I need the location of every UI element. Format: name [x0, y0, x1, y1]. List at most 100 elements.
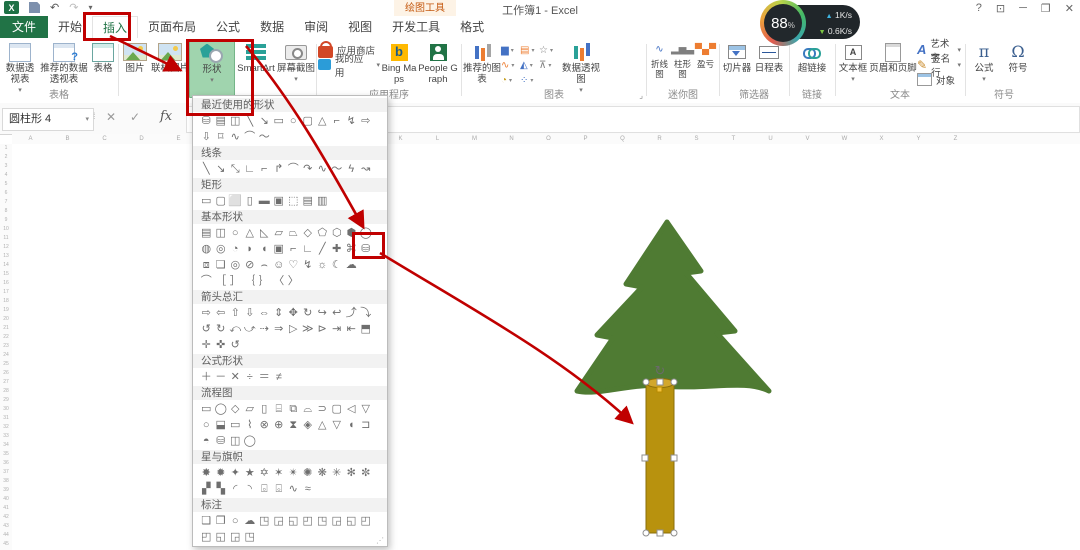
row-header[interactable]: 35 [0, 450, 12, 459]
shape-icon[interactable]: ☁ [243, 513, 258, 529]
shape-icon[interactable]: ⧉ [286, 401, 301, 417]
shape-icon[interactable]: ∿ [286, 481, 301, 497]
shape-icon[interactable]: ◫ [214, 225, 229, 241]
tab-2[interactable]: 页面布局 [138, 16, 206, 38]
shape-icon[interactable]: ⇩ [243, 305, 258, 321]
shape-icon[interactable]: ［ [214, 273, 229, 289]
shape-icon[interactable]: ╲ [243, 113, 258, 129]
row-header[interactable]: 41 [0, 504, 12, 513]
column-header[interactable]: P [567, 134, 604, 144]
shape-icon[interactable]: ⬒ [359, 321, 374, 337]
shape-icon[interactable]: ⊃ [315, 401, 330, 417]
row-header[interactable]: 40 [0, 495, 12, 504]
row-header[interactable]: 5 [0, 180, 12, 189]
symbol-button[interactable]: Ω 符号 [1001, 40, 1035, 75]
shape-icon[interactable]: ∿ [228, 129, 243, 145]
row-header[interactable]: 23 [0, 342, 12, 351]
minimize-icon[interactable]: ─ [1019, 2, 1027, 15]
row-header[interactable]: 15 [0, 270, 12, 279]
shape-icon[interactable]: ✹ [214, 465, 229, 481]
row-header[interactable]: 8 [0, 207, 12, 216]
shape-icon[interactable]: ⌘ [344, 241, 359, 257]
shape-icon[interactable]: ✳ [330, 465, 345, 481]
shape-icon[interactable]: ⇩ [199, 129, 214, 145]
row-header[interactable]: 36 [0, 459, 12, 468]
column-header[interactable]: B [49, 134, 86, 144]
sparkline-column-button[interactable]: ▂▅▃ 柱形图 [671, 40, 694, 80]
shape-icon[interactable]: ∟ [301, 241, 316, 257]
shape-icon[interactable]: ⬡ [330, 225, 345, 241]
shape-icon[interactable]: ⇕ [272, 305, 287, 321]
chart-combo-button[interactable]: ⊼ ▾ [539, 58, 558, 73]
shape-icon[interactable]: ╲ [199, 161, 214, 177]
shape-icon[interactable]: ☼ [315, 257, 330, 273]
table-button[interactable]: 表格 [90, 40, 116, 75]
row-header[interactable]: 32 [0, 423, 12, 432]
shape-icon[interactable]: ▥ [315, 193, 330, 209]
shape-icon[interactable]: ⊳ [315, 321, 330, 337]
shape-icon[interactable]: ⊘ [243, 257, 258, 273]
menu-resize-grip-icon[interactable]: ⋰ [376, 536, 384, 545]
row-header[interactable]: 24 [0, 351, 12, 360]
row-header[interactable]: 1 [0, 144, 12, 153]
shape-icon[interactable]: ▭ [228, 417, 243, 433]
shape-icon[interactable]: ⬓ [214, 417, 229, 433]
charts-dialog-launcher-icon[interactable]: ⌟ [639, 91, 643, 100]
shape-icon[interactable]: ▞ [199, 481, 214, 497]
shape-icon[interactable]: ⛁ [214, 433, 229, 449]
shape-icon[interactable]: ☁ [344, 257, 359, 273]
row-header[interactable]: 38 [0, 477, 12, 486]
shape-icon[interactable]: ✸ [199, 465, 214, 481]
shape-icon[interactable]: ▷ [286, 321, 301, 337]
shape-icon[interactable]: ▯ [243, 193, 258, 209]
shape-icon[interactable]: ○ [199, 417, 214, 433]
pictures-button[interactable]: 图片 [119, 40, 151, 75]
shape-icon[interactable]: ～ [330, 161, 345, 177]
object-button[interactable]: 对象 [917, 73, 961, 87]
column-header[interactable]: D [123, 134, 160, 144]
tab-0[interactable]: 开始 [48, 16, 92, 38]
people-graph-button[interactable]: People Graph [418, 40, 458, 86]
sheet-canvas[interactable] [12, 144, 1080, 550]
column-header[interactable]: Y [900, 134, 937, 144]
column-header[interactable]: N [493, 134, 530, 144]
shape-icon[interactable]: ⌻ [257, 481, 272, 497]
shape-icon[interactable]: ⛁ [359, 241, 374, 257]
shape-icon[interactable]: ✚ [330, 241, 345, 257]
shape-icon[interactable]: △ [315, 113, 330, 129]
shape-icon[interactable]: ◖ [344, 417, 359, 433]
shape-icon[interactable]: ↻ [214, 321, 229, 337]
shape-icon[interactable]: ↯ [301, 257, 316, 273]
row-header[interactable]: 12 [0, 243, 12, 252]
shape-icon[interactable]: ＋ [199, 369, 214, 385]
shape-icon[interactable]: ↝ [359, 161, 374, 177]
shape-icon[interactable]: ⌓ [301, 401, 316, 417]
shape-icon[interactable]: ◝ [243, 481, 258, 497]
insert-function-icon[interactable]: fx [160, 109, 172, 124]
shape-icon[interactable]: ⏢ [286, 225, 301, 241]
shape-icon[interactable]: ◇ [228, 401, 243, 417]
shape-icon[interactable]: ❋ [315, 465, 330, 481]
row-header[interactable]: 29 [0, 396, 12, 405]
row-header[interactable]: 14 [0, 261, 12, 270]
row-header[interactable]: 37 [0, 468, 12, 477]
shape-icon[interactable]: ⤵ [359, 305, 374, 321]
shape-icon[interactable]: ✦ [228, 465, 243, 481]
column-header[interactable]: A [12, 134, 49, 144]
shape-icon[interactable]: ↱ [272, 161, 287, 177]
column-header[interactable]: M [456, 134, 493, 144]
shape-icon[interactable]: ❑ [199, 513, 214, 529]
row-header[interactable]: 2 [0, 153, 12, 162]
shape-icon[interactable]: ↩ [330, 305, 345, 321]
shape-icon[interactable]: ⬚ [286, 193, 301, 209]
shape-icon[interactable]: ◓ [199, 433, 214, 449]
shape-icon[interactable]: ↪ [315, 305, 330, 321]
shape-icon[interactable]: 〈 [272, 273, 287, 289]
name-box-dropdown-icon[interactable]: ▾ [85, 109, 89, 130]
row-header[interactable]: 7 [0, 198, 12, 207]
shape-icon[interactable]: ✜ [214, 337, 229, 353]
row-header[interactable]: 17 [0, 288, 12, 297]
name-box[interactable]: 圆柱形 4 ▾ [2, 108, 94, 131]
shape-icon[interactable]: ⌐ [330, 113, 345, 129]
shape-icon[interactable]: ∟ [243, 161, 258, 177]
